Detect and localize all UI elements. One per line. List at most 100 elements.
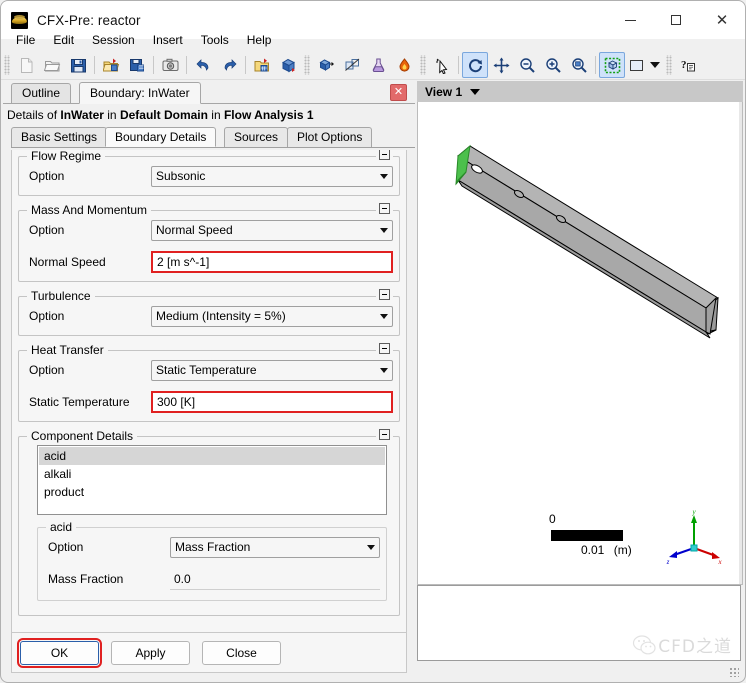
toolbar-grip[interactable]: [666, 55, 672, 75]
message-panel[interactable]: CFD之道: [417, 585, 741, 661]
collapse-flow-regime-icon[interactable]: [376, 150, 393, 162]
toolbar-grip[interactable]: [304, 55, 310, 75]
menu-tools[interactable]: Tools: [192, 31, 238, 49]
save-case-icon[interactable]: [65, 52, 91, 78]
import-mesh-icon[interactable]: [98, 52, 124, 78]
selected-component-title: acid: [46, 520, 77, 534]
wechat-icon: [633, 634, 656, 654]
close-button-dialog[interactable]: Close: [202, 640, 281, 665]
export-mesh-icon[interactable]: [124, 52, 150, 78]
apply-button[interactable]: Apply: [111, 640, 190, 665]
component-list[interactable]: acid alkali product: [37, 445, 387, 515]
label-static-temperature: Static Temperature: [29, 395, 130, 409]
redo-icon[interactable]: [216, 52, 242, 78]
tab-basic-settings[interactable]: Basic Settings: [11, 127, 108, 147]
value-mass-momentum-option: Normal Speed: [156, 223, 233, 237]
label-turbulence-option: Option: [29, 309, 65, 323]
material-icon[interactable]: [365, 52, 391, 78]
new-case-icon[interactable]: [13, 52, 39, 78]
collapse-turbulence-icon[interactable]: [376, 289, 393, 302]
isometric-view-icon[interactable]: [599, 52, 625, 78]
viewport-scrollbar[interactable]: [739, 102, 742, 584]
value-normal-speed: 2 [m s^-1]: [157, 255, 210, 269]
details-panel: Outline Boundary: InWater ✕ Details of I…: [3, 81, 415, 680]
details-mid2: in: [207, 108, 224, 122]
chevron-down-icon: [367, 544, 375, 550]
input-static-temperature[interactable]: 300 [K]: [151, 391, 393, 413]
undo-icon[interactable]: [190, 52, 216, 78]
group-selected-component: acid Option Mass Fraction Mass Fraction …: [37, 520, 387, 601]
boundary-icon[interactable]: [339, 52, 365, 78]
chevron-down-icon[interactable]: [470, 88, 481, 95]
menu-session[interactable]: Session: [83, 31, 144, 49]
menu-edit[interactable]: Edit: [44, 31, 83, 49]
group-flow-regime-title: Flow Regime: [27, 150, 106, 163]
select-turbulence-option[interactable]: Medium (Intensity = 5%): [151, 305, 393, 327]
chevron-down-icon: [380, 227, 388, 233]
chevron-down-icon: [380, 313, 388, 319]
input-mass-fraction[interactable]: 0.0: [170, 568, 380, 590]
toolbar-grip[interactable]: [4, 55, 10, 75]
label-heat-transfer-option: Option: [29, 363, 65, 377]
row-turbulence-option: Option Medium (Intensity = 5%): [25, 303, 393, 329]
3d-viewport[interactable]: 0 0.01 (m) y x z: [417, 102, 743, 585]
details-object: InWater: [60, 108, 104, 122]
define-run-icon[interactable]: [275, 52, 301, 78]
boundary-details-form: Flow Regime Option Subsonic Mass And Mom…: [11, 150, 407, 633]
toolbar-separator: [595, 56, 596, 74]
zoom-box-icon[interactable]: [514, 52, 540, 78]
snapshot-icon[interactable]: [157, 52, 183, 78]
collapse-component-details-icon[interactable]: [376, 429, 393, 442]
value-component-option: Mass Fraction: [175, 540, 251, 554]
collapse-mass-momentum-icon[interactable]: [376, 203, 393, 216]
menu-file[interactable]: File: [7, 31, 44, 49]
value-turbulence-option: Medium (Intensity = 5%): [156, 309, 286, 323]
ok-button[interactable]: OK: [17, 637, 102, 668]
select-flow-regime-option[interactable]: Subsonic: [151, 165, 393, 187]
svg-text:?: ?: [681, 59, 687, 71]
group-turbulence: Turbulence Option Medium (Intensity = 5%…: [18, 289, 400, 336]
details-mid1: in: [103, 108, 120, 122]
scale-min-label: 0: [549, 512, 556, 526]
window-resize-grip[interactable]: [729, 667, 739, 677]
zoom-fit-icon[interactable]: [566, 52, 592, 78]
domain-icon[interactable]: [313, 52, 339, 78]
reaction-icon[interactable]: [391, 52, 417, 78]
panel-tab-outline[interactable]: Outline: [11, 83, 72, 103]
value-heat-transfer-option: Static Temperature: [156, 363, 257, 377]
tab-boundary-details[interactable]: Boundary Details: [105, 127, 217, 147]
open-solver-files-icon[interactable]: [249, 52, 275, 78]
toolbar-grip[interactable]: [420, 55, 426, 75]
row-heat-transfer-option: Option Static Temperature: [25, 357, 393, 383]
list-item-alkali[interactable]: alkali: [39, 465, 385, 483]
list-item-product[interactable]: product: [39, 483, 385, 501]
zoom-in-icon[interactable]: [540, 52, 566, 78]
menu-help[interactable]: Help: [238, 31, 281, 49]
list-item-acid[interactable]: acid: [39, 447, 385, 465]
scale-max-label: 0.01 (m): [581, 543, 632, 557]
scale-unit: (m): [613, 543, 632, 557]
details-domain: Default Domain: [119, 108, 208, 122]
select-heat-transfer-option[interactable]: Static Temperature: [151, 359, 393, 381]
background-dropdown-icon[interactable]: [647, 52, 663, 78]
group-mass-momentum: Mass And Momentum Option Normal Speed No…: [18, 203, 400, 282]
menu-insert[interactable]: Insert: [144, 31, 192, 49]
panel-tab-boundary[interactable]: Boundary: InWater: [79, 82, 201, 104]
select-component-option[interactable]: Mass Fraction: [170, 536, 380, 558]
panel-tab-bar: Outline Boundary: InWater ✕: [3, 81, 415, 104]
label-mass-momentum-option: Option: [29, 223, 65, 237]
view-tab-bar[interactable]: View 1: [417, 81, 743, 102]
select-pick-icon[interactable]: [429, 52, 455, 78]
rotate-icon[interactable]: [462, 52, 488, 78]
pan-icon[interactable]: [488, 52, 514, 78]
help-context-icon[interactable]: ?: [675, 52, 701, 78]
background-color-icon[interactable]: [625, 52, 647, 78]
close-tab-icon[interactable]: ✕: [390, 84, 407, 101]
tab-plot-options[interactable]: Plot Options: [287, 127, 373, 147]
select-mass-momentum-option[interactable]: Normal Speed: [151, 219, 393, 241]
open-case-icon[interactable]: [39, 52, 65, 78]
input-normal-speed[interactable]: 2 [m s^-1]: [151, 251, 393, 273]
tab-sources[interactable]: Sources: [224, 127, 289, 147]
collapse-heat-transfer-icon[interactable]: [376, 343, 393, 356]
row-normal-speed: Normal Speed 2 [m s^-1]: [25, 249, 393, 275]
